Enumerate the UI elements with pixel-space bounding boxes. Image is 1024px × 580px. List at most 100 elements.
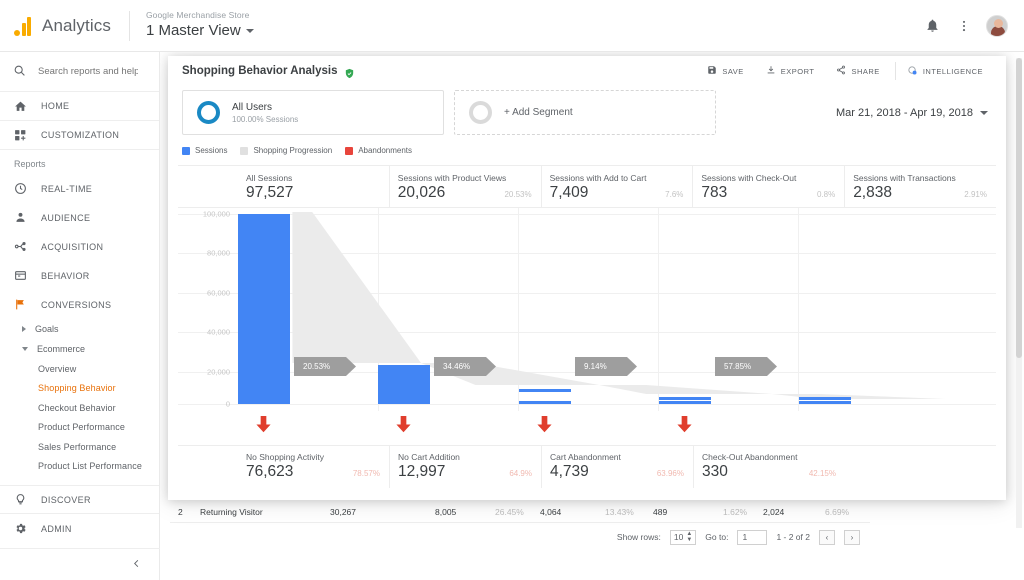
chevron-left-icon: [131, 558, 142, 572]
person-icon: [14, 211, 31, 224]
export-label: EXPORT: [781, 67, 815, 76]
abandonment-no-cart-addition: No Cart Addition 12,997 64.9%: [390, 446, 542, 488]
sidebar-item-customization[interactable]: CUSTOMIZATION: [0, 121, 159, 150]
date-range-selector[interactable]: Mar 21, 2018 - Apr 19, 2018: [836, 107, 992, 119]
funnel-header-transactions: Sessions with Transactions 2,838 2.91%: [845, 166, 996, 207]
pagination: Show rows: 10 ▲▼ Go to: 1 1 - 2 of 2 ‹ ›: [170, 524, 870, 550]
sidebar-item-behavior[interactable]: BEHAVIOR: [0, 261, 159, 290]
sidebar-item-checkout-behavior[interactable]: Checkout Behavior: [0, 398, 159, 418]
save-button[interactable]: SAVE: [696, 62, 754, 80]
legend-item-shopping-progression: Shopping Progression: [240, 146, 332, 155]
kebab-menu-icon[interactable]: [954, 16, 974, 36]
chevron-right-icon: ›: [851, 533, 854, 542]
share-label: SHARE: [851, 67, 879, 76]
abandonment-empty-cell: [845, 446, 996, 488]
row-product-views-pct: 26.45%: [487, 507, 532, 517]
page-scrollbar[interactable]: [1016, 58, 1022, 528]
sidebar-item-discover[interactable]: DISCOVER: [0, 485, 159, 514]
prev-page-button[interactable]: ‹: [819, 530, 835, 545]
bar-all-sessions: [238, 214, 290, 404]
funnel-header-value: 20,026: [398, 184, 445, 202]
funnel-header-label: Sessions with Product Views: [398, 173, 541, 183]
sidebar-item-acquisition[interactable]: ACQUISITION: [0, 232, 159, 261]
property-selector[interactable]: Google Merchandise Store 1 Master View: [146, 11, 254, 39]
sidebar-sub-label: Product List Performance: [38, 461, 142, 471]
sidebar-item-label: REAL-TIME: [41, 184, 92, 194]
abandonment-pct: 64.9%: [509, 469, 541, 478]
show-rows-select[interactable]: 10 ▲▼: [670, 530, 696, 545]
abandonment-check-out-abandonment: Check-Out Abandonment 330 42.15%: [694, 446, 845, 488]
sidebar-group-goals[interactable]: Goals: [0, 319, 159, 339]
legend-label: Abandonments: [358, 146, 412, 155]
funnel-header-all-sessions: All Sessions 97,527: [238, 166, 390, 207]
export-icon: [766, 65, 776, 77]
gear-icon: [14, 522, 31, 535]
sidebar-collapse-button[interactable]: [0, 548, 160, 580]
y-axis-tick: 60,000: [178, 288, 230, 297]
segment-ring-icon: [197, 101, 220, 124]
progression-tag-1: 20.53%: [294, 357, 356, 376]
sidebar-item-label: AUDIENCE: [41, 213, 90, 223]
report-header: Shopping Behavior Analysis SAVE EXPORT S…: [168, 56, 1006, 86]
abandonment-value: 12,997: [398, 463, 445, 481]
property-view-name[interactable]: 1 Master View: [146, 22, 254, 39]
add-segment-button[interactable]: + Add Segment: [454, 90, 716, 135]
chevron-left-icon: ‹: [826, 533, 829, 542]
segment-name: All Users: [232, 102, 298, 113]
funnel-header-label: Sessions with Transactions: [853, 173, 996, 183]
legend-item-sessions: Sessions: [182, 146, 227, 155]
divider: [129, 11, 130, 41]
sidebar-item-label: HOME: [41, 101, 69, 111]
goto-value: 1: [742, 532, 747, 542]
share-button[interactable]: SHARE: [825, 62, 890, 80]
sidebar-item-real-time[interactable]: REAL-TIME: [0, 174, 159, 203]
avatar[interactable]: [986, 15, 1008, 37]
row-checkout-pct: 1.62%: [715, 507, 755, 517]
sidebar-group-ecommerce[interactable]: Ecommerce: [0, 339, 159, 359]
funnel-header-value: 2,838: [853, 184, 892, 202]
abandonment-cart-abandonment: Cart Abandonment 4,739 63.96%: [542, 446, 694, 488]
legend-label: Shopping Progression: [253, 146, 332, 155]
sidebar-search[interactable]: [0, 52, 159, 92]
shopping-behavior-panel: Shopping Behavior Analysis SAVE EXPORT S…: [168, 56, 1006, 500]
sidebar-item-sales-performance[interactable]: Sales Performance: [0, 437, 159, 457]
sidebar-item-audience[interactable]: AUDIENCE: [0, 203, 159, 232]
sidebar-item-home[interactable]: HOME: [0, 92, 159, 121]
funnel-axis-spacer: [178, 166, 238, 207]
export-button[interactable]: EXPORT: [755, 62, 826, 80]
goto-input[interactable]: 1: [737, 530, 767, 545]
show-rows-label: Show rows:: [617, 532, 661, 542]
funnel-header-add-to-cart: Sessions with Add to Cart 7,409 7.6%: [542, 166, 694, 207]
next-page-button[interactable]: ›: [844, 530, 860, 545]
bell-icon[interactable]: [922, 16, 942, 36]
scrollbar-thumb[interactable]: [1016, 58, 1022, 358]
sidebar-item-shopping-behavior[interactable]: Shopping Behavior: [0, 379, 159, 399]
abandonment-value: 4,739: [550, 463, 589, 481]
property-view-label: 1 Master View: [146, 22, 241, 39]
sidebar-item-product-list-performance[interactable]: Product List Performance: [0, 457, 159, 477]
chevron-right-icon: [22, 326, 26, 332]
intelligence-label: INTELLIGENCE: [923, 67, 983, 76]
funnel-header-pct: 20.53%: [504, 190, 540, 199]
sidebar-item-overview[interactable]: Overview: [0, 359, 159, 379]
clock-icon: [14, 182, 31, 195]
intelligence-button[interactable]: INTELLIGENCE: [895, 62, 994, 80]
segment-ring-icon: [469, 101, 492, 124]
abandonment-label: No Cart Addition: [398, 452, 541, 462]
bar-add-to-cart: [519, 389, 571, 404]
show-rows-value: 10: [674, 532, 683, 542]
table-row[interactable]: 2 Returning Visitor 30,267 8,005 26.45% …: [170, 501, 870, 523]
progression-flow-shape: [238, 208, 1024, 411]
row-add-to-cart-pct: 13.43%: [597, 507, 645, 517]
sidebar-item-product-performance[interactable]: Product Performance: [0, 418, 159, 438]
abandonment-arrow-icon: [676, 415, 693, 439]
abandonment-pct: 42.15%: [809, 469, 845, 478]
sidebar-sub-label: Product Performance: [38, 422, 125, 432]
search-input[interactable]: [38, 66, 138, 77]
sidebar-item-conversions[interactable]: CONVERSIONS: [0, 290, 159, 319]
sidebar-item-admin[interactable]: ADMIN: [0, 514, 159, 543]
segment-all-users[interactable]: All Users 100.00% Sessions: [182, 90, 444, 135]
row-checkout: 489: [645, 507, 715, 517]
top-bar-actions: [922, 15, 1008, 37]
funnel-header-label: Sessions with Check-Out: [701, 173, 844, 183]
